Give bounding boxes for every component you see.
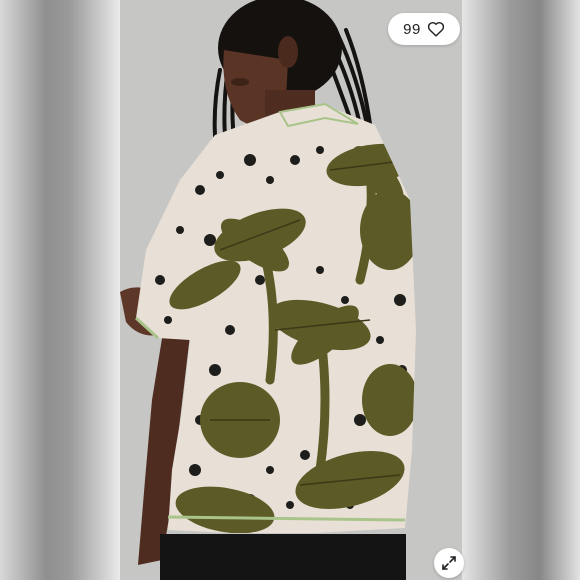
heart-outline-icon [427, 21, 444, 37]
expand-arrows-icon [442, 556, 456, 570]
expand-image-button[interactable] [434, 548, 464, 578]
listing-image-viewer[interactable]: 99 [0, 0, 580, 580]
like-count: 99 [403, 20, 421, 38]
like-button[interactable]: 99 [388, 13, 460, 45]
product-photo [120, 0, 462, 580]
